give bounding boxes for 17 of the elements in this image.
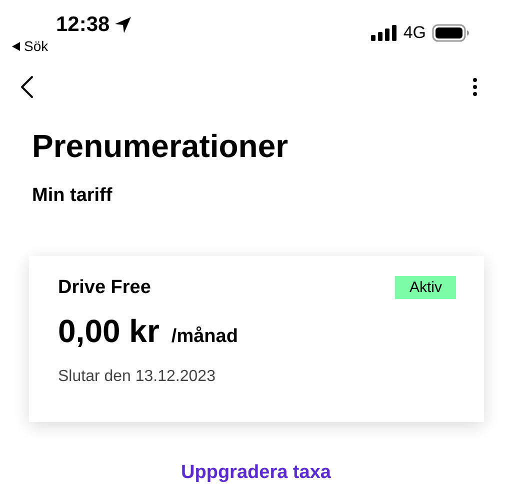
section-title: Min tariff [32,184,114,208]
end-date-note: Slutar den 13.12.2023 [58,368,216,386]
status-time: 12:38 [56,12,110,38]
plan-price: 0,00 kr [58,313,160,350]
status-badge: Aktiv [395,276,456,299]
back-icon[interactable] [20,75,34,99]
back-to-app-link[interactable]: Sök [12,38,48,54]
upgrade-link[interactable]: Uppgradera taxa [181,462,331,484]
signal-icon [371,25,398,41]
page-title: Prenumerationer [32,127,290,166]
price-period: /månad [171,326,238,348]
back-triangle-icon [12,42,20,50]
plan-name: Drive Free [58,276,151,298]
more-options-icon[interactable] [472,77,478,97]
battery-icon [432,24,470,42]
network-type: 4G [403,23,426,43]
location-arrow-icon [114,16,132,34]
